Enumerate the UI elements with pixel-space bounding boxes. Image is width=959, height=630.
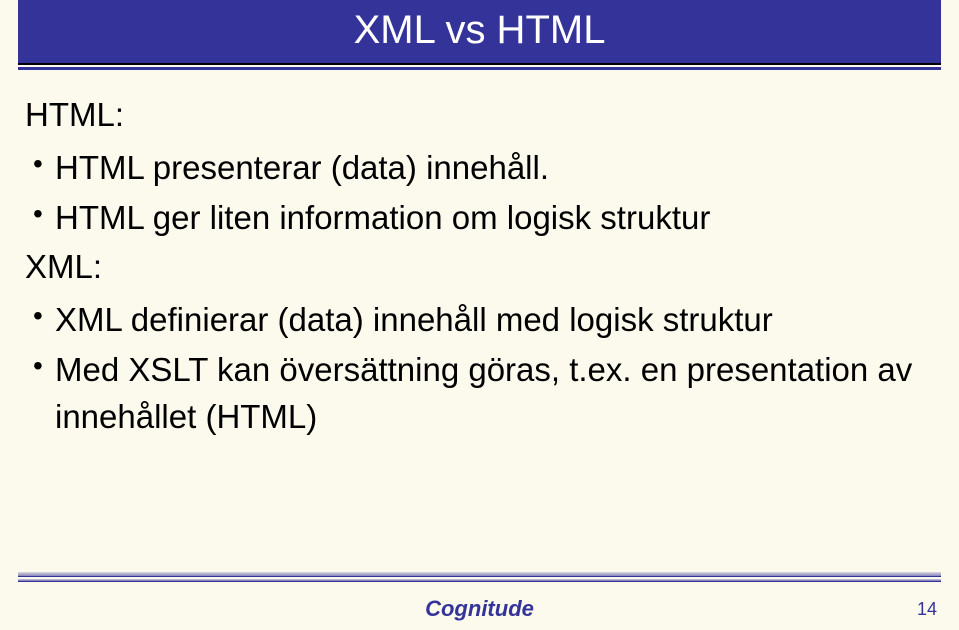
footer-divider — [18, 572, 941, 584]
list-item: Med XSLT kan översättning göras, t.ex. e… — [33, 346, 934, 442]
section-label-xml: XML: — [25, 248, 934, 286]
list-item: HTML ger liten information om logisk str… — [33, 194, 934, 242]
section-label-html: HTML: — [25, 96, 934, 134]
slide-title: XML vs HTML — [354, 8, 606, 52]
bullet-list-xml: XML definierar (data) innehåll med logis… — [25, 296, 934, 442]
slide-content: HTML: HTML presenterar (data) innehåll. … — [0, 70, 959, 441]
bullet-list-html: HTML presenterar (data) innehåll. HTML g… — [25, 144, 934, 242]
page-number: 14 — [917, 599, 937, 620]
slide-title-bar: XML vs HTML — [18, 0, 941, 65]
footer-brand: Cognitude — [425, 596, 534, 621]
list-item: HTML presenterar (data) innehåll. — [33, 144, 934, 192]
footer: Cognitude — [0, 596, 959, 622]
list-item: XML definierar (data) innehåll med logis… — [33, 296, 934, 344]
